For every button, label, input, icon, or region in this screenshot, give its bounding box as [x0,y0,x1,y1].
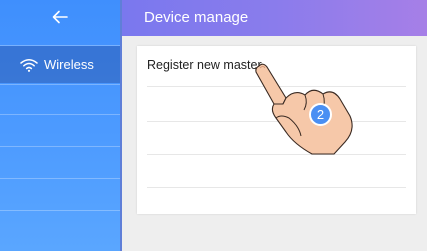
menu-item-label: Register new master [147,58,262,72]
sidebar-divider [0,210,120,211]
page-title: Device manage [144,9,249,26]
sidebar-divider [0,178,120,179]
sidebar: Wireless [0,0,122,251]
sidebar-divider [0,84,120,85]
arrow-left-icon [52,10,68,24]
header-bar: Device manage [122,0,427,36]
list-divider [147,187,406,188]
sidebar-item-label: Wireless [44,57,94,72]
back-button[interactable] [0,0,120,34]
sidebar-divider [0,114,120,115]
device-manage-screen: Wireless Device manage Register new mast… [0,0,427,251]
sidebar-divider [0,146,120,147]
sidebar-item-wireless[interactable]: Wireless [0,46,120,83]
pointing-hand-icon [255,63,353,155]
step-badge: 2 [309,103,332,126]
wifi-icon [20,58,38,72]
